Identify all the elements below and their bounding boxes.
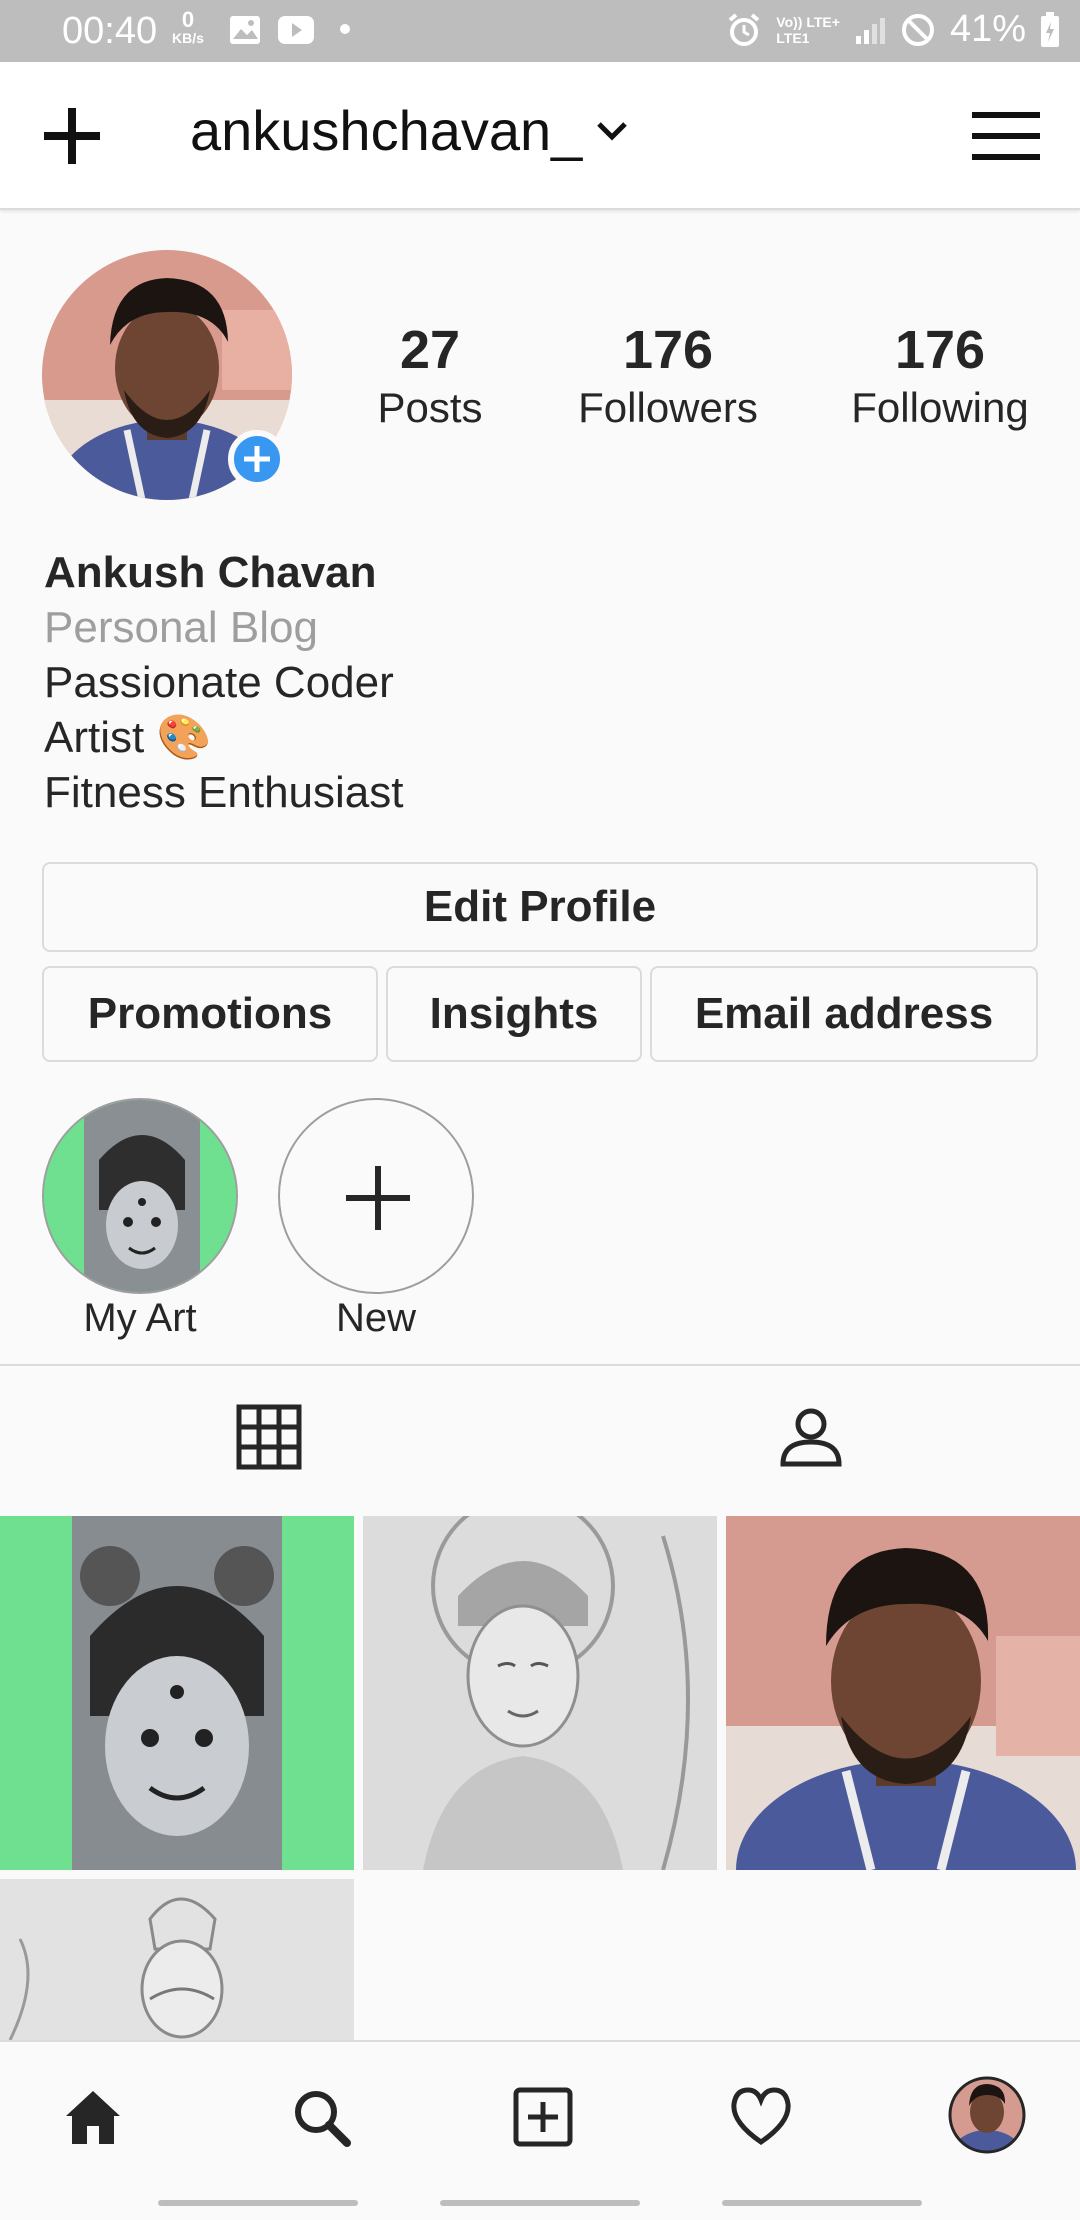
- dot-icon: [340, 24, 350, 34]
- gesture-bar: [440, 2200, 640, 2206]
- new-highlight-circle: [278, 1098, 474, 1294]
- posts-count: 27: [399, 320, 461, 380]
- display-name: Ankush Chavan: [44, 548, 377, 597]
- highlight-label: New: [335, 1296, 417, 1340]
- bio-line: Passionate Coder: [44, 658, 394, 707]
- search-icon[interactable]: [290, 2086, 352, 2148]
- bio-line: Artist 🎨: [44, 713, 212, 762]
- gesture-bar: [722, 2200, 922, 2206]
- highlight-label: My Art: [83, 1296, 197, 1340]
- email-address-button[interactable]: Email address: [650, 966, 1038, 1062]
- profile-bio: Ankush Chavan Personal Blog Passionate C…: [44, 545, 404, 820]
- plus-icon: [244, 446, 270, 472]
- stat-posts[interactable]: 27 Posts: [360, 318, 500, 434]
- status-bar: 00:40 0 KB/s Vo)) LTE+ LTE1 41%: [0, 0, 1080, 62]
- home-icon[interactable]: [62, 2086, 124, 2148]
- category-label: Personal Blog: [44, 603, 318, 652]
- battery-icon: [1041, 11, 1059, 47]
- post-thumbnail[interactable]: [0, 1516, 354, 1870]
- dnd-icon: [901, 13, 934, 46]
- highlight-new[interactable]: New: [278, 1098, 474, 1341]
- grid-icon[interactable]: [236, 1404, 302, 1470]
- youtube-icon: [278, 16, 314, 44]
- following-count: 176: [894, 320, 986, 380]
- hamburger-menu-icon[interactable]: [972, 112, 1040, 160]
- section-divider: [0, 1364, 1080, 1366]
- status-right: Vo)) LTE+ LTE1 41%: [726, 8, 1060, 51]
- new-post-icon[interactable]: [512, 2086, 574, 2148]
- post-image: [0, 1879, 354, 2040]
- tagged-person-icon[interactable]: [778, 1404, 844, 1470]
- edit-profile-button[interactable]: Edit Profile: [42, 862, 1038, 952]
- account-switcher[interactable]: ankushchavan_: [190, 98, 628, 163]
- stat-followers[interactable]: 176 Followers: [560, 318, 776, 434]
- bio-line: Fitness Enthusiast: [44, 768, 404, 817]
- gallery-icon: [230, 16, 260, 44]
- promotions-button[interactable]: Promotions: [42, 966, 378, 1062]
- post-thumbnail[interactable]: [363, 1516, 717, 1870]
- status-time: 00:40: [62, 10, 158, 52]
- highlight-my-art[interactable]: My Art: [42, 1098, 238, 1341]
- profile-avatar[interactable]: [948, 2076, 1026, 2154]
- stat-following[interactable]: 176 Following: [840, 318, 1040, 434]
- post-image: [363, 1516, 717, 1870]
- highlight-cover: [42, 1098, 238, 1294]
- add-story-badge[interactable]: [228, 430, 286, 488]
- alarm-icon: [729, 12, 760, 46]
- highlight-image: [44, 1100, 236, 1292]
- heart-icon[interactable]: [728, 2086, 794, 2148]
- plus-icon[interactable]: [40, 104, 104, 168]
- following-label: Following: [851, 384, 1029, 431]
- top-app-bar: ankushchavan_: [0, 62, 1080, 210]
- posts-label: Posts: [377, 384, 483, 431]
- battery-level: 41%: [949, 8, 1026, 50]
- signal-icon: [855, 17, 885, 44]
- gesture-bar: [158, 2200, 358, 2206]
- followers-label: Followers: [578, 384, 758, 431]
- plus-icon: [346, 1166, 410, 1230]
- post-image: [726, 1516, 1080, 1870]
- post-thumbnail[interactable]: [0, 1879, 354, 2040]
- post-thumbnail[interactable]: [726, 1516, 1080, 1870]
- net-speed: 0 KB/s: [172, 7, 204, 47]
- insights-button[interactable]: Insights: [386, 966, 642, 1062]
- followers-count: 176: [622, 320, 714, 380]
- post-image: [0, 1516, 354, 1870]
- chevron-down-icon: [597, 121, 628, 141]
- network-type: Vo)) LTE+ LTE1: [776, 13, 840, 46]
- bottom-navigation: [0, 2040, 1080, 2220]
- username: ankushchavan_: [190, 99, 583, 162]
